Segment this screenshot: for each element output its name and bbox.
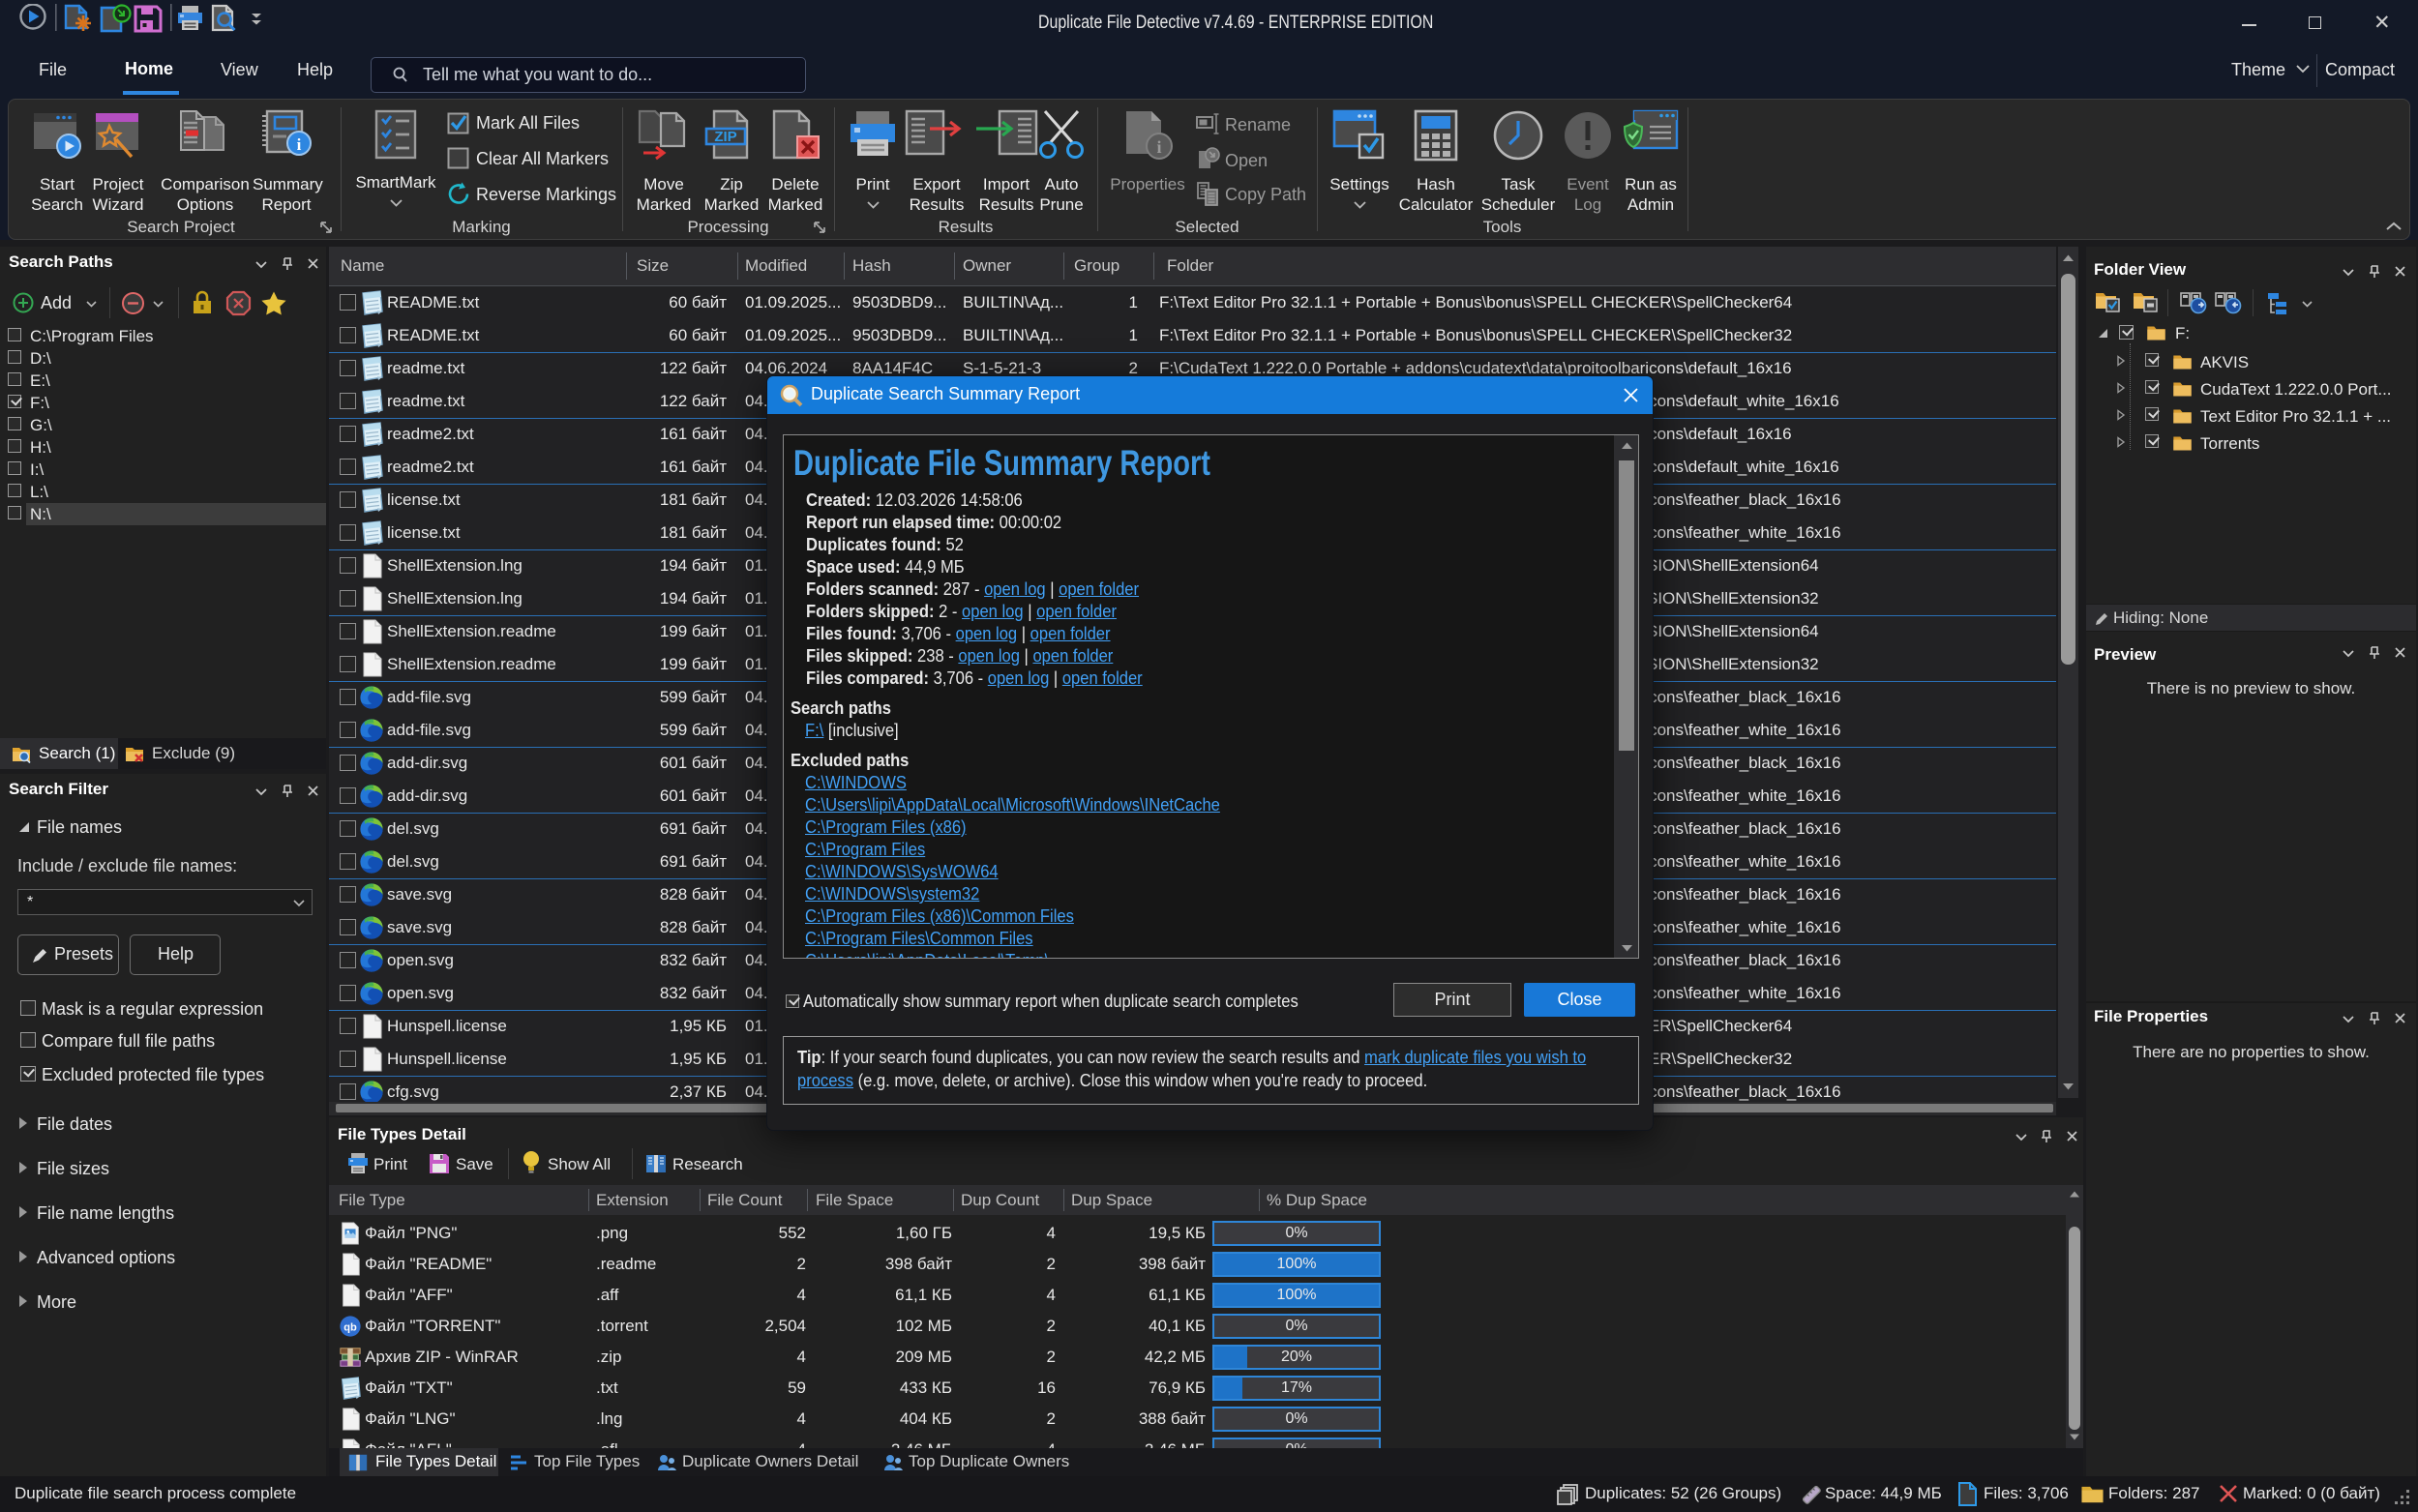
svg-text:i: i — [1156, 137, 1161, 157]
svg-text:i: i — [297, 135, 302, 154]
svg-text:ZIP: ZIP — [714, 129, 736, 145]
